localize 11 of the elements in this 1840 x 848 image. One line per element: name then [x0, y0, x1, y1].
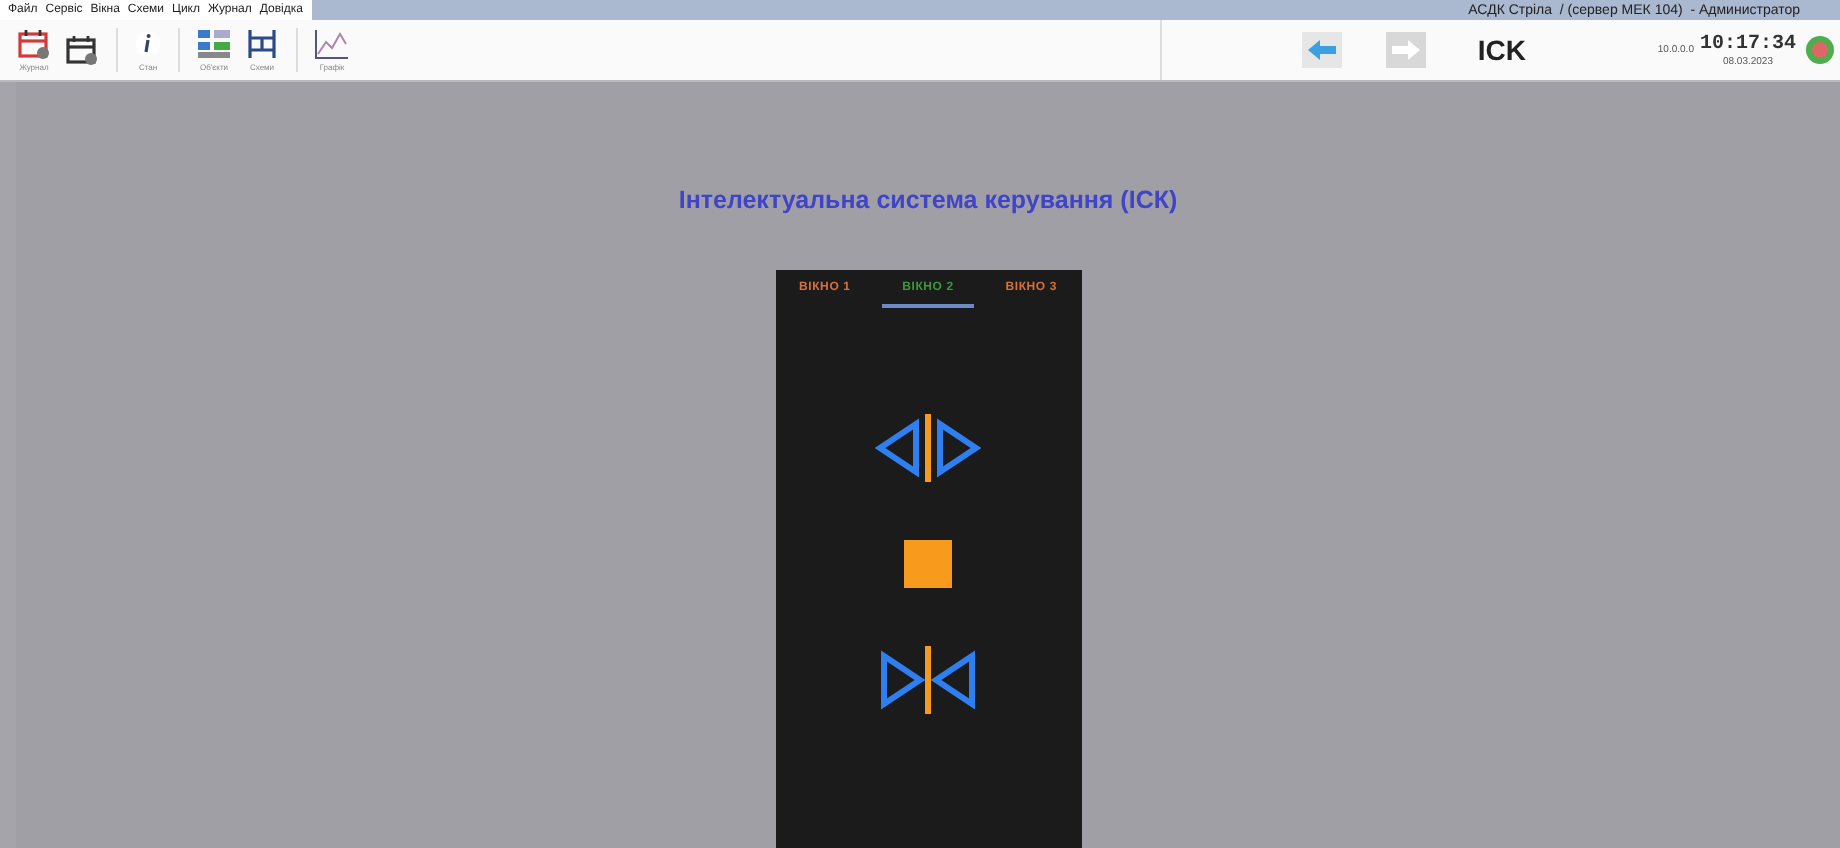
open-icon[interactable]: [872, 412, 984, 484]
page-title: Інтелектуальна система керування (ІСК): [678, 186, 1178, 214]
status-icon: [1804, 34, 1836, 66]
scheme-icon: [244, 28, 280, 60]
calendar-icon: [64, 34, 100, 66]
chart-icon: [314, 28, 350, 60]
back-button[interactable]: [1301, 32, 1342, 68]
calendar-icon: [16, 28, 52, 60]
clock-time: 10:17:34: [1699, 33, 1796, 55]
table-icon: [196, 28, 232, 60]
screen-name: ICK: [1477, 34, 1529, 66]
